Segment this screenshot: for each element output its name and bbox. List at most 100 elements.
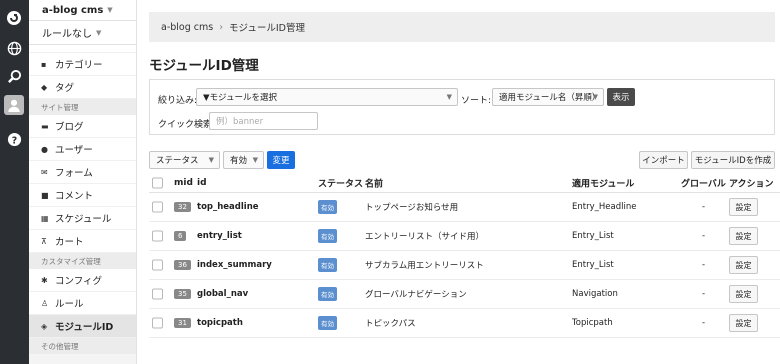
calendar-icon: ▦ xyxy=(41,213,49,223)
chevron-right-icon: › xyxy=(219,21,224,33)
sidebar-section-custom: カスタマイズ管理 xyxy=(29,253,136,269)
mid-badge: 31 xyxy=(174,318,191,328)
global-flag: - xyxy=(702,260,706,270)
status-badge: 有効 xyxy=(318,316,337,330)
caret-down-icon: ▼ xyxy=(592,93,598,101)
table-header: mid id ステータス 名前 適用モジュール グローバル アクション xyxy=(149,173,780,193)
show-button[interactable]: 表示 xyxy=(607,88,635,106)
module-type: Topicpath xyxy=(572,318,613,328)
col-name[interactable]: 名前 xyxy=(365,176,383,189)
global-flag: - xyxy=(702,202,706,212)
breadcrumb-current: モジュールID管理 xyxy=(229,23,305,34)
breadcrumb-root[interactable]: a-blog cms xyxy=(161,22,213,33)
mid-badge: 35 xyxy=(174,289,191,299)
sidebar-item-blog[interactable]: ▬ ブログ xyxy=(29,115,136,138)
module-id-link[interactable]: entry_list xyxy=(197,231,242,241)
module-type: Entry_List xyxy=(572,231,614,241)
mid-badge: 32 xyxy=(174,202,191,212)
quick-search-input[interactable]: 例）banner xyxy=(209,112,318,130)
caret-down-icon: ▼ xyxy=(107,6,113,14)
caret-down-icon: ▼ xyxy=(208,156,214,164)
col-mid[interactable]: mid xyxy=(174,178,193,188)
rule-name: ルールなし xyxy=(42,29,92,40)
user-icon: ● xyxy=(41,144,48,154)
sidebar-item-user[interactable]: ● ユーザー xyxy=(29,138,136,161)
module-name: トップページお知らせ用 xyxy=(365,203,459,213)
sidebar-item-module-id[interactable]: ◈ モジュールID xyxy=(29,315,136,338)
import-button[interactable]: インポート xyxy=(639,151,688,169)
mid-badge: 36 xyxy=(174,260,191,270)
blog-icon: ▬ xyxy=(41,121,49,131)
page-title: モジュールID管理 xyxy=(149,58,259,74)
col-module[interactable]: 適用モジュール xyxy=(572,176,634,189)
module-name: グローバルナビゲーション xyxy=(365,290,467,300)
acms-logo-icon[interactable] xyxy=(4,8,24,28)
folder-icon: ▪ xyxy=(41,59,47,69)
narrow-label: 絞り込み: xyxy=(158,96,198,106)
settings-button[interactable]: 設定 xyxy=(729,314,758,332)
module-id-link[interactable]: topicpath xyxy=(197,318,243,328)
module-name: サブカラム用エントリーリスト xyxy=(365,261,484,271)
change-button[interactable]: 変更 xyxy=(267,151,295,169)
search-icon[interactable] xyxy=(4,66,24,86)
module-id-link[interactable]: index_summary xyxy=(197,260,272,270)
col-id[interactable]: id xyxy=(197,178,207,188)
icon-rail: ? xyxy=(0,0,29,364)
svg-text:?: ? xyxy=(11,135,16,146)
rule-icon: ♙ xyxy=(41,298,49,308)
sidebar-item-comment[interactable]: ■ コメント xyxy=(29,184,136,207)
sidebar-item-category[interactable]: ▪ カテゴリー xyxy=(29,53,136,76)
tag-icon: ◆ xyxy=(41,82,48,92)
status-value-select[interactable]: 有効 ▼ xyxy=(223,151,264,169)
cart-icon: ⊼ xyxy=(41,236,47,246)
sidebar: a-blog cms ▼ ルールなし ▼ ▪ カテゴリー ◆ タグ サイト管理 ▬ ブログ… xyxy=(29,0,137,364)
global-flag: - xyxy=(702,231,706,241)
create-module-id-button[interactable]: モジュールIDを作成 xyxy=(691,151,775,169)
settings-button[interactable]: 設定 xyxy=(729,198,758,216)
col-status[interactable]: ステータス xyxy=(318,176,363,189)
settings-button[interactable]: 設定 xyxy=(729,227,758,245)
sidebar-item-config[interactable]: ✱ コンフィグ xyxy=(29,269,136,292)
module-id-link[interactable]: global_nav xyxy=(197,289,248,299)
sidebar-item-cart[interactable]: ⊼ カート xyxy=(29,230,136,253)
breadcrumb: a-blog cms › モジュールID管理 xyxy=(149,12,775,42)
module-name: トピックパス xyxy=(365,319,416,329)
caret-down-icon: ▼ xyxy=(446,93,452,101)
help-icon[interactable]: ? xyxy=(4,129,24,149)
table-row: 32 top_headline 有効 トップページお知らせ用 Entry_Hea… xyxy=(149,193,780,222)
main-content: a-blog cms › モジュールID管理 モジュールID管理 絞り込み: ▼… xyxy=(137,0,780,364)
globe-icon[interactable] xyxy=(4,38,24,58)
table-row: 31 topicpath 有効 トピックパス Topicpath - 設定 xyxy=(149,309,780,338)
settings-button[interactable]: 設定 xyxy=(729,256,758,274)
status-badge: 有効 xyxy=(318,200,337,214)
module-id-link[interactable]: top_headline xyxy=(197,202,259,212)
sidebar-item-schedule[interactable]: ▦ スケジュール xyxy=(29,207,136,230)
mid-badge: 6 xyxy=(174,231,187,241)
site-name: a-blog cms xyxy=(42,4,104,16)
module-type: Entry_Headline xyxy=(572,202,637,212)
sidebar-item-form[interactable]: ✉ フォーム xyxy=(29,161,136,184)
sort-label: ソート: xyxy=(461,96,492,106)
quick-search-label: クイック検索: xyxy=(158,120,216,130)
site-switcher[interactable]: a-blog cms ▼ xyxy=(29,0,136,21)
module-select[interactable]: ▼モジュールを選択 ▼ xyxy=(196,88,458,106)
cube-icon: ◈ xyxy=(41,321,48,331)
form-icon: ✉ xyxy=(41,167,48,177)
status-select[interactable]: ステータス ▼ xyxy=(149,151,220,169)
status-badge: 有効 xyxy=(318,229,337,243)
rule-switcher[interactable]: ルールなし ▼ xyxy=(29,21,136,45)
status-badge: 有効 xyxy=(318,287,337,301)
col-global[interactable]: グローバル xyxy=(681,176,726,189)
table-row: 36 index_summary 有効 サブカラム用エントリーリスト Entry… xyxy=(149,251,780,280)
sort-select[interactable]: 適用モジュール名（昇順） ▼ xyxy=(492,88,604,106)
sidebar-item-rule[interactable]: ♙ ルール xyxy=(29,292,136,315)
avatar[interactable] xyxy=(4,95,24,115)
table-row: 6 entry_list 有効 エントリーリスト（サイド用） Entry_Lis… xyxy=(149,222,780,251)
sidebar-item-tag[interactable]: ◆ タグ xyxy=(29,76,136,99)
comment-icon: ■ xyxy=(41,190,49,200)
caret-down-icon: ▼ xyxy=(252,156,258,164)
col-action: アクション xyxy=(729,179,774,189)
settings-button[interactable]: 設定 xyxy=(729,285,758,303)
module-name: エントリーリスト（サイド用） xyxy=(365,232,485,242)
table-row: 35 global_nav 有効 グローバルナビゲーション Navigation… xyxy=(149,280,780,309)
